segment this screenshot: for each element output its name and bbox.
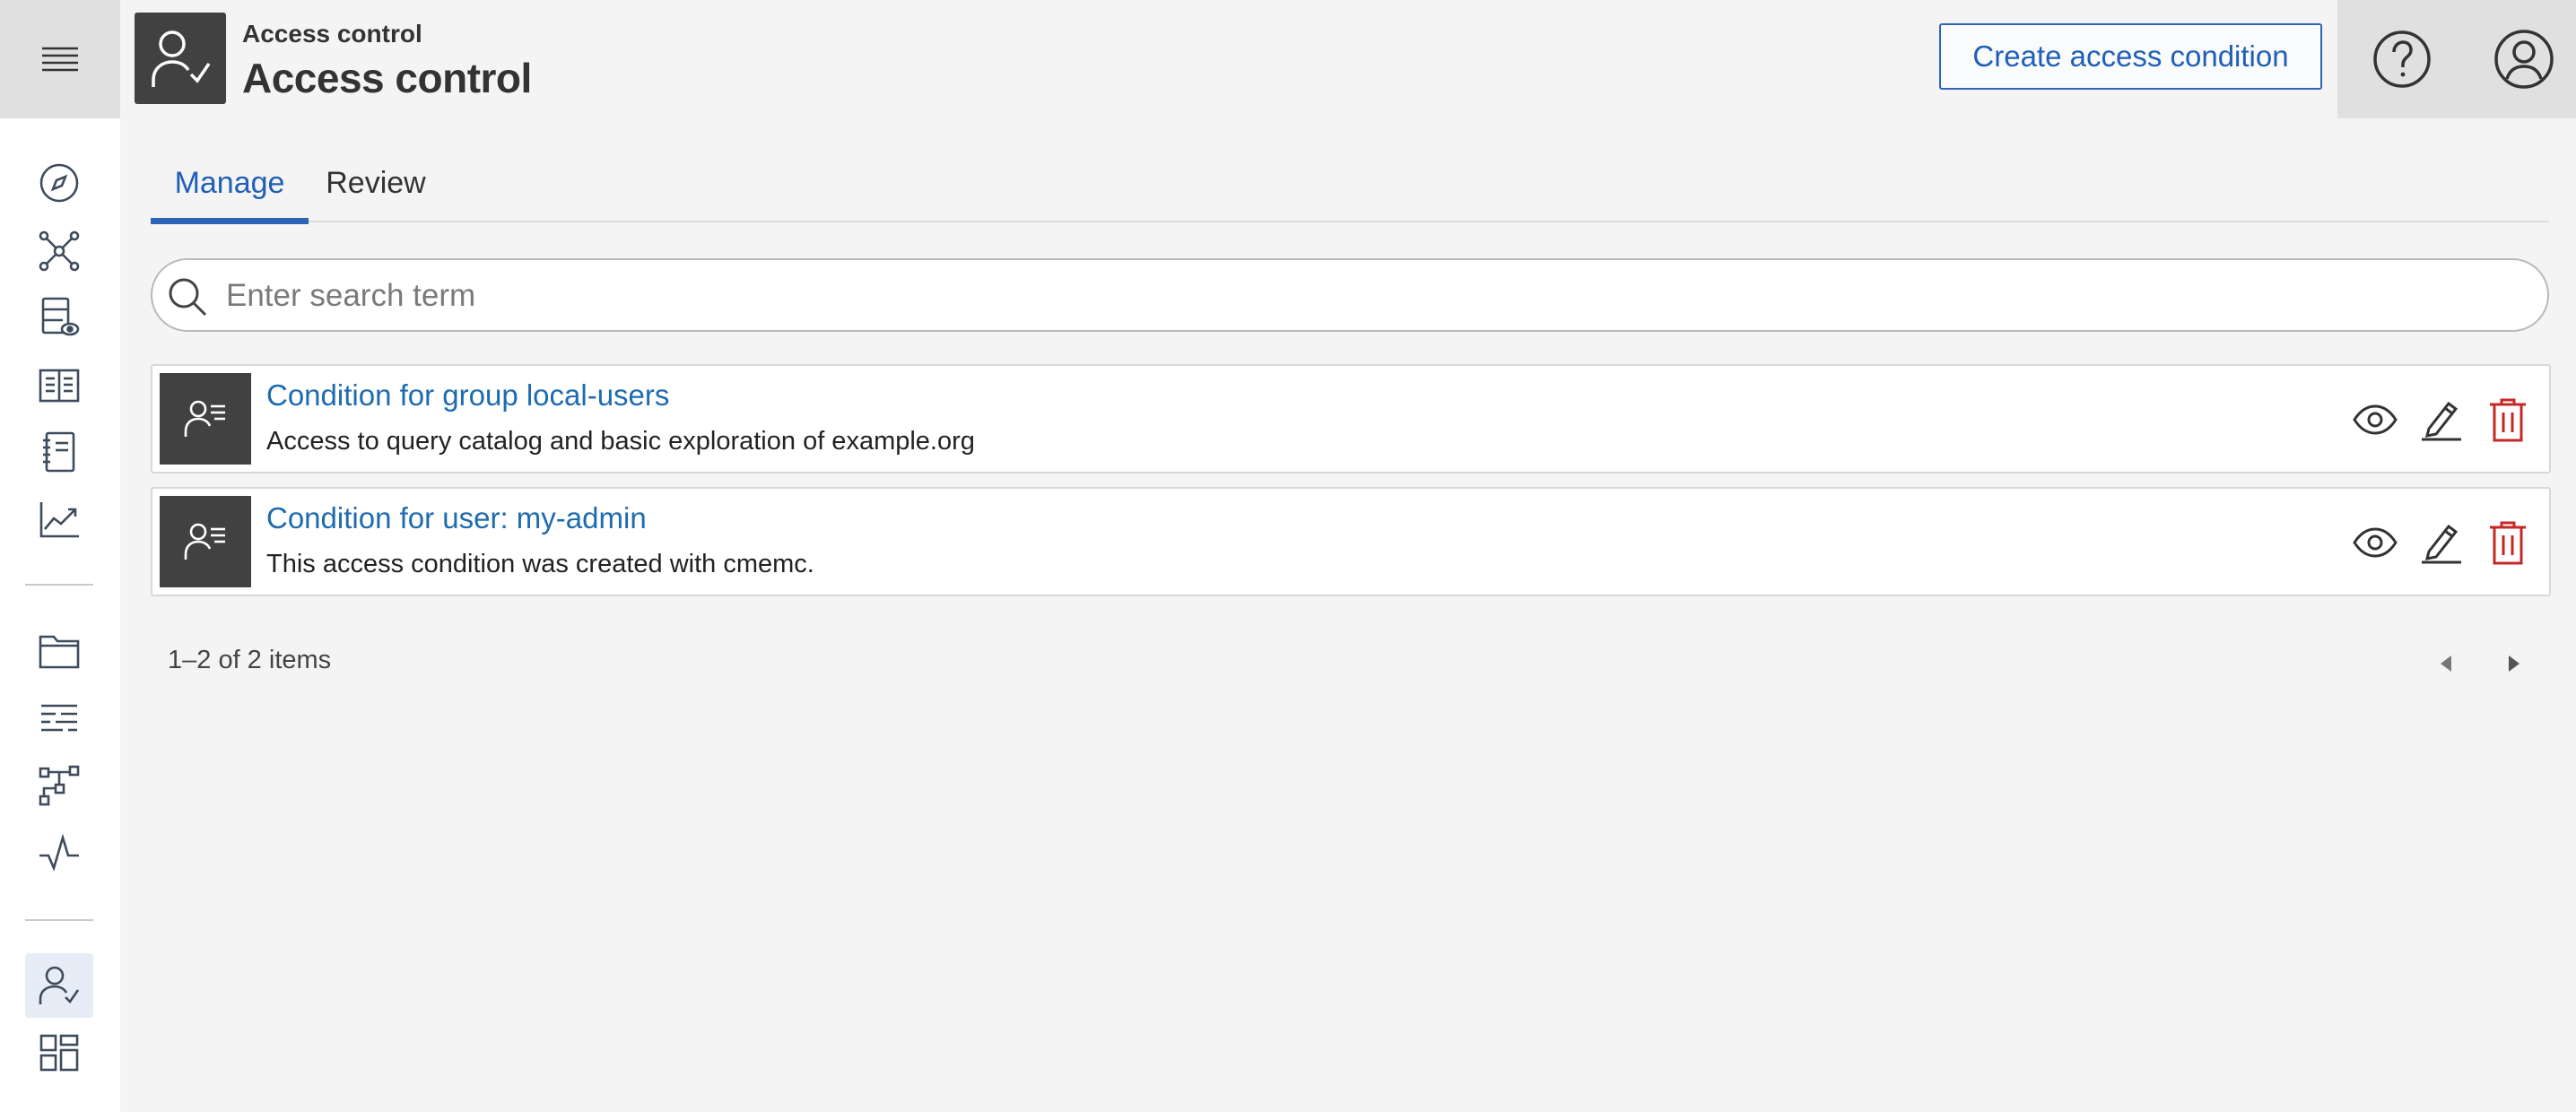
trash-icon [2488, 520, 2528, 565]
sidebar-item-vocabularies[interactable] [25, 353, 93, 418]
charts-icon [38, 500, 81, 540]
sidebar-item-explore[interactable] [25, 151, 93, 215]
search-icon [167, 276, 208, 317]
edit-button[interactable] [2415, 516, 2468, 569]
view-button[interactable] [2348, 393, 2402, 447]
sidebar-item-knowledge-graphs[interactable] [25, 219, 93, 283]
view-button[interactable] [2348, 516, 2402, 569]
list-item[interactable]: Condition for user: my-admin This access… [151, 487, 2551, 596]
user-avatar-icon [2493, 28, 2555, 91]
tab-review[interactable]: Review [309, 143, 443, 222]
condition-title[interactable]: Condition for user: my-admin [266, 501, 647, 535]
sidebar-divider [25, 919, 93, 921]
trash-icon [2488, 397, 2528, 442]
search-input[interactable] [226, 269, 2522, 323]
caret-left-icon [2439, 654, 2453, 673]
activity-icon [38, 834, 81, 873]
sidebar-divider [25, 584, 93, 586]
user-menu-button[interactable] [2486, 22, 2562, 97]
hamburger-icon [40, 45, 80, 74]
text-lines-icon [38, 701, 81, 737]
edit-button[interactable] [2415, 393, 2468, 447]
sidebar-item-projects[interactable] [25, 619, 93, 683]
app-logo [135, 13, 226, 104]
help-icon [2371, 29, 2432, 90]
eye-icon [2353, 527, 2398, 558]
knowledge-graph-icon [38, 230, 81, 273]
caret-right-icon [2507, 654, 2521, 673]
workflow-icon [38, 764, 81, 807]
page-title: Access control [242, 55, 532, 101]
tab-manage[interactable]: Manage [151, 143, 309, 224]
sidebar-item-dashboard[interactable] [25, 1021, 93, 1085]
delete-button[interactable] [2481, 516, 2535, 569]
thesaurus-icon [38, 430, 81, 473]
list-item[interactable]: Condition for group local-users Access t… [151, 364, 2551, 473]
eye-icon [2353, 404, 2398, 435]
sidebar [0, 0, 120, 1112]
explore-icon [38, 161, 81, 204]
pencil-icon [2420, 398, 2463, 441]
pencil-icon [2420, 521, 2463, 564]
sidebar-item-thesauri[interactable] [25, 420, 93, 484]
condition-description: This access condition was created with c… [266, 550, 814, 578]
access-control-icon [37, 963, 82, 1008]
breadcrumb[interactable]: Access control [242, 20, 422, 48]
sidebar-item-activities[interactable] [25, 821, 93, 886]
query-catalog-icon [38, 296, 81, 339]
sidebar-item-charts[interactable] [25, 488, 93, 552]
dashboard-icon [39, 1033, 80, 1073]
access-condition-icon [160, 496, 251, 587]
sidebar-item-access-control[interactable] [25, 953, 93, 1018]
header-tools [2337, 0, 2576, 118]
create-access-condition-button[interactable]: Create access condition [1939, 23, 2322, 90]
previous-page-button[interactable] [2428, 646, 2464, 682]
tab-bar: Manage Review [151, 143, 2549, 224]
help-button[interactable] [2364, 22, 2440, 97]
access-control-icon [144, 22, 216, 94]
delete-button[interactable] [2481, 393, 2535, 447]
folder-icon [38, 631, 81, 671]
condition-title[interactable]: Condition for group local-users [266, 378, 669, 413]
next-page-button[interactable] [2496, 646, 2532, 682]
sidebar-item-datasets[interactable] [25, 687, 93, 751]
sidebar-item-query-catalog[interactable] [25, 285, 93, 350]
pagination-summary: 1–2 of 2 items [168, 646, 332, 674]
menu-button[interactable] [0, 0, 120, 118]
access-condition-icon [160, 373, 251, 465]
search-bar [151, 258, 2549, 332]
condition-description: Access to query catalog and basic explor… [266, 427, 975, 456]
vocabulary-catalog-icon [38, 366, 81, 405]
sidebar-item-workflows[interactable] [25, 753, 93, 818]
